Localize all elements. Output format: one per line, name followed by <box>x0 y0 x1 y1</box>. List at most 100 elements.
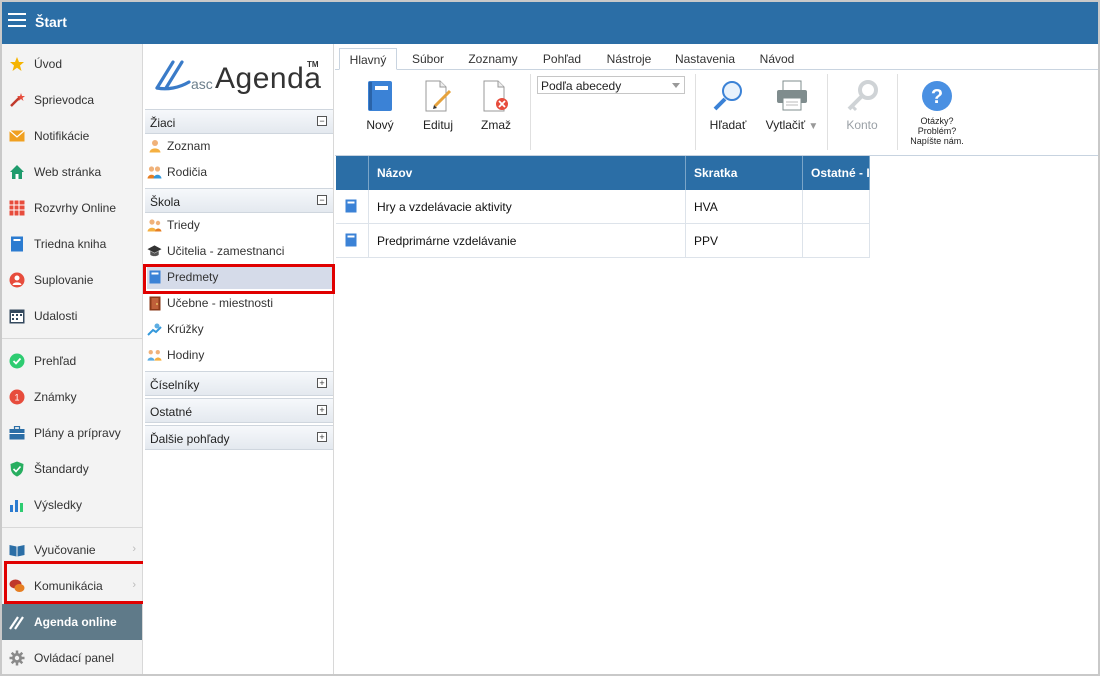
tab-nastroje[interactable]: Nástroje <box>599 48 659 70</box>
house-icon <box>8 163 26 181</box>
nav-item-uvod[interactable]: Úvod <box>2 46 142 82</box>
nav-sub-ucebne[interactable]: Učebne - miestnosti <box>147 291 333 315</box>
expand-icon[interactable]: + <box>317 405 327 415</box>
nav-item-triedna-kniha[interactable]: Triedna kniha <box>2 226 142 262</box>
search-icon <box>708 78 748 114</box>
column-header-nazov[interactable]: Názov <box>369 156 686 190</box>
nav-divider <box>2 338 142 339</box>
nav-item-plany-a-pripravy[interactable]: Plány a prípravy <box>2 415 142 451</box>
nav-item-prehlad[interactable]: Prehľad <box>2 343 142 379</box>
nav-item-label: Sprievodca <box>34 93 95 107</box>
nav-item-vysledky[interactable]: Výsledky <box>2 487 142 523</box>
nav-sub-kruzky[interactable]: Krúžky <box>147 317 333 341</box>
student-icon <box>147 139 162 154</box>
nav-sub-label: Krúžky <box>167 322 204 336</box>
print-button[interactable]: Vytlačiť ▼ <box>761 78 823 132</box>
nav-item-agenda-online[interactable]: Agenda online <box>2 604 142 640</box>
book-icon <box>8 235 26 253</box>
collapse-icon[interactable]: − <box>317 116 327 126</box>
nav-divider <box>2 527 142 528</box>
cell-skratka: PPV <box>686 224 803 258</box>
question-icon: ? <box>917 78 957 114</box>
row-icon-cell <box>336 224 369 258</box>
nav-item-label: Suplovanie <box>34 273 94 287</box>
nav-sub-ucitelia[interactable]: Učitelia - zamestnanci <box>147 239 333 263</box>
edit-button[interactable]: Edituj <box>415 78 461 132</box>
nav-sub-hodiny[interactable]: Hodiny <box>147 343 333 367</box>
door-icon <box>147 296 162 311</box>
cell-ostatne <box>803 224 870 258</box>
cell-ostatne <box>803 190 870 224</box>
book-icon <box>147 270 162 285</box>
agenda-nav: asc Agenda TM Žiaci − Zoznam Rodičia Ško… <box>143 44 335 674</box>
collapse-icon[interactable]: − <box>317 195 327 205</box>
nav-item-komunikacia[interactable]: Komunikácia › <box>2 568 142 604</box>
tab-navod[interactable]: Návod <box>753 48 801 70</box>
hamburger-menu-icon[interactable] <box>8 13 26 29</box>
nav-item-label: Web stránka <box>34 165 102 179</box>
ribbon-separator <box>897 74 898 150</box>
help-button[interactable]: ? Otázky? Problém? Napíšte nám. <box>905 78 969 146</box>
nav-item-suplovanie[interactable]: Suplovanie <box>2 262 142 298</box>
account-button[interactable]: Konto <box>839 78 885 132</box>
logo-prefix: asc <box>191 76 213 92</box>
expand-icon[interactable]: + <box>317 378 327 388</box>
new-button[interactable]: Nový <box>357 78 403 132</box>
page-title: Štart <box>35 14 67 30</box>
chevron-right-icon: › <box>132 579 136 591</box>
group-dalsie-pohlady[interactable]: Ďalšie pohľady + <box>145 425 333 450</box>
dropdown-arrow-icon[interactable]: ▼ <box>808 121 818 132</box>
expand-icon[interactable]: + <box>317 432 327 442</box>
ribbon-tabs: Hlavný Súbor Zoznamy Pohľad Nástroje Nas… <box>335 46 1098 70</box>
group-label: Ďalšie pohľady <box>150 432 230 446</box>
nav-item-label: Agenda online <box>34 615 117 629</box>
left-nav: Úvod Sprievodca Notifikácie Web stránka … <box>2 44 143 674</box>
group-ziaci[interactable]: Žiaci − <box>145 109 333 134</box>
nav-item-sprievodca[interactable]: Sprievodca <box>2 82 142 118</box>
tab-nastavenia[interactable]: Nastavenia <box>669 48 741 70</box>
tab-zoznamy[interactable]: Zoznamy <box>463 48 523 70</box>
nav-item-standardy[interactable]: Štandardy <box>2 451 142 487</box>
tab-pohlad[interactable]: Pohľad <box>535 48 589 70</box>
table-row[interactable]: Predprimárne vzdelávanie PPV <box>336 224 870 258</box>
print-button-label: Vytlačiť <box>765 118 806 132</box>
nav-item-web-stranka[interactable]: Web stránka <box>2 154 142 190</box>
nav-sub-triedy[interactable]: Triedy <box>147 213 333 237</box>
nav-sub-predmety[interactable]: Predmety <box>147 265 333 289</box>
nav-item-label: Komunikácia <box>34 579 103 593</box>
nav-sub-zoznam[interactable]: Zoznam <box>147 134 333 158</box>
group-skola[interactable]: Škola − <box>145 188 333 213</box>
nav-item-notifikacie[interactable]: Notifikácie <box>2 118 142 154</box>
key-icon <box>842 78 882 114</box>
delete-button[interactable]: Zmaž <box>473 78 519 132</box>
chat-icon <box>8 577 26 595</box>
cell-nazov: Predprimárne vzdelávanie <box>369 224 686 258</box>
nav-item-znamky[interactable]: 1 Známky <box>2 379 142 415</box>
nav-item-ovladaci-panel[interactable]: Ovládací panel <box>2 640 142 674</box>
group-ciselniky[interactable]: Číselníky + <box>145 371 333 396</box>
group-ostatne[interactable]: Ostatné + <box>145 398 333 423</box>
briefcase-icon <box>8 424 26 442</box>
column-header-ostatne[interactable]: Ostatné - I <box>803 156 870 190</box>
tab-hlavny[interactable]: Hlavný <box>339 48 397 70</box>
nav-item-udalosti[interactable]: Udalosti <box>2 298 142 334</box>
sort-select[interactable]: Podľa abecedy <box>537 76 685 94</box>
nav-sub-rodicia[interactable]: Rodičia <box>147 160 333 184</box>
book-icon <box>345 233 357 247</box>
nav-item-label: Udalosti <box>34 309 78 323</box>
help-text-line: Napíšte nám. <box>910 136 964 146</box>
sort-select-value: Podľa abecedy <box>541 79 622 93</box>
search-button[interactable]: Hľadať <box>705 78 751 132</box>
parents-icon <box>147 165 162 180</box>
nav-item-label: Rozvrhy Online <box>34 201 117 215</box>
nav-sub-label: Zoznam <box>167 139 211 153</box>
nav-item-vyucovanie[interactable]: Vyučovanie › <box>2 532 142 568</box>
table-row[interactable]: Hry a vzdelávacie aktivity HVA <box>336 190 870 224</box>
tab-subor[interactable]: Súbor <box>403 48 453 70</box>
shield-icon <box>8 460 26 478</box>
nav-item-rozvrhy-online[interactable]: Rozvrhy Online <box>2 190 142 226</box>
nav-sub-label: Predmety <box>167 270 219 284</box>
column-header-skratka[interactable]: Skratka <box>686 156 803 190</box>
group-label: Žiaci <box>150 116 176 130</box>
calendar-grid-icon <box>8 199 26 217</box>
